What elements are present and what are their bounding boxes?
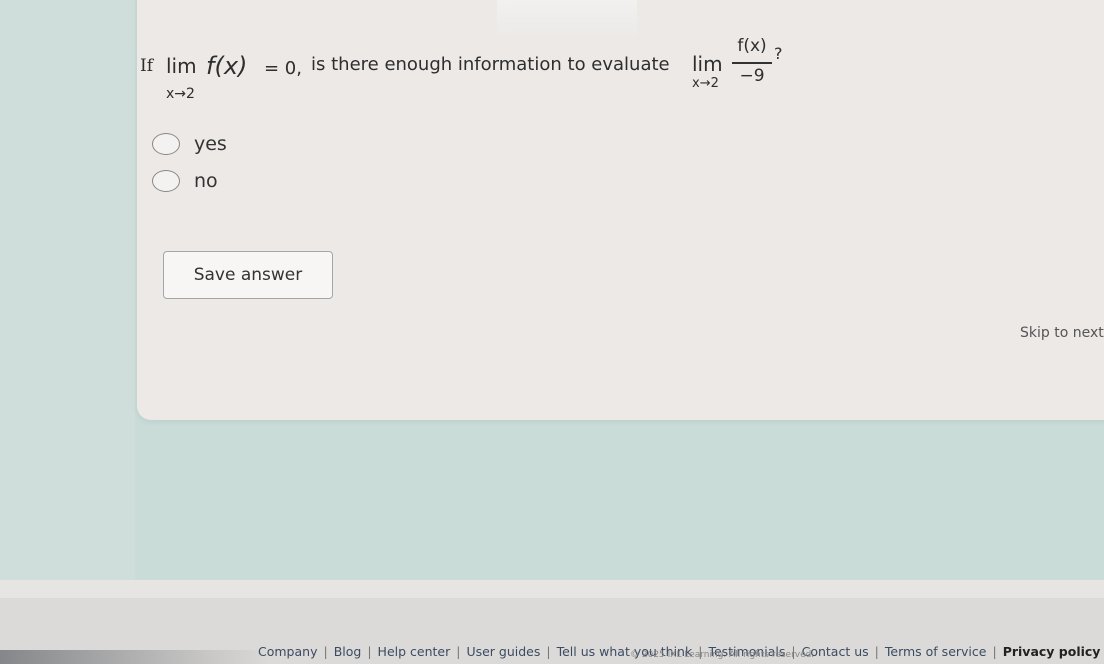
footer-separator: | bbox=[456, 643, 461, 659]
fraction-denominator: −9 bbox=[739, 66, 765, 86]
equals-zero: = 0, bbox=[264, 58, 302, 79]
option-no[interactable]: no bbox=[152, 167, 218, 195]
footer-link-help-center[interactable]: Help center bbox=[378, 644, 451, 659]
footer-link-blog[interactable]: Blog bbox=[334, 644, 362, 659]
question-mark: ? bbox=[774, 44, 783, 63]
question-prompt: If lim x→2 f(x) = 0, is there enough inf… bbox=[140, 36, 960, 110]
footer-separator: | bbox=[546, 643, 551, 659]
bottom-edge-shadow bbox=[0, 650, 270, 664]
option-label-yes: yes bbox=[194, 133, 227, 155]
second-limit-subscript: x→2 bbox=[692, 76, 719, 91]
footer-link-terms[interactable]: Terms of service bbox=[885, 644, 987, 659]
radio-button-yes[interactable] bbox=[152, 133, 180, 155]
skip-to-next-link[interactable]: Skip to next q bbox=[1020, 325, 1104, 341]
footer-separator: | bbox=[323, 643, 328, 659]
footer-separator: | bbox=[874, 643, 879, 659]
fraction: f(x) −9 bbox=[732, 36, 772, 88]
function-expression: f(x) bbox=[206, 52, 248, 80]
question-if: If bbox=[140, 56, 154, 76]
limit-subscript: x→2 bbox=[166, 86, 195, 102]
limit-operator: lim bbox=[166, 54, 197, 78]
second-limit-operator: lim bbox=[692, 52, 723, 76]
footer-separator: | bbox=[992, 643, 997, 659]
fraction-bar bbox=[732, 62, 772, 64]
question-text: is there enough information to evaluate bbox=[311, 54, 670, 75]
screen-glare bbox=[497, 0, 637, 40]
fraction-numerator: f(x) bbox=[737, 36, 767, 56]
option-label-no: no bbox=[194, 170, 218, 192]
save-answer-button[interactable]: Save answer bbox=[163, 251, 333, 299]
footer-link-privacy-policy[interactable]: Privacy policy bbox=[1003, 644, 1101, 659]
copyright-text: © 2025 IXL Learning. All rights reserved… bbox=[630, 650, 815, 660]
radio-button-no[interactable] bbox=[152, 170, 180, 192]
background-left bbox=[0, 0, 135, 664]
footer-link-user-guides[interactable]: User guides bbox=[466, 644, 540, 659]
footer-separator: | bbox=[367, 643, 372, 659]
option-yes[interactable]: yes bbox=[152, 130, 227, 158]
